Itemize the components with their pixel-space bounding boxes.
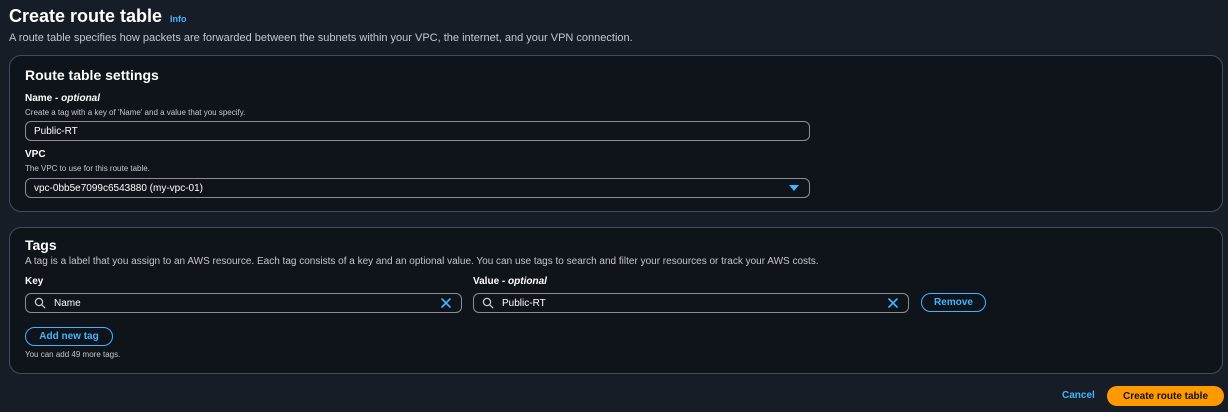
tag-key-input[interactable]: Name xyxy=(25,293,462,313)
name-label-text: Name xyxy=(25,93,53,104)
name-hint: Create a tag with a key of 'Name' and a … xyxy=(25,108,246,117)
create-route-table-button[interactable]: Create route table xyxy=(1107,386,1224,406)
create-route-table-page: Create route table Info A route table sp… xyxy=(0,0,1228,412)
value-optional-text: - optional xyxy=(501,276,547,287)
tag-key-value: Name xyxy=(54,297,81,309)
caret-down-icon xyxy=(789,185,799,191)
page-description: A route table specifies how packets are … xyxy=(9,32,633,44)
search-icon xyxy=(34,297,46,309)
info-link[interactable]: Info xyxy=(170,14,187,24)
search-icon xyxy=(482,297,494,309)
name-label: Name - optional xyxy=(25,93,100,104)
page-header: Create route table Info A route table sp… xyxy=(9,6,633,44)
name-input[interactable]: Public-RT xyxy=(25,121,810,141)
clear-icon[interactable] xyxy=(439,296,453,310)
route-table-settings-panel: Route table settings Name - optional Cre… xyxy=(9,55,1223,212)
vpc-label: VPC xyxy=(25,149,46,160)
vpc-select[interactable]: vpc-0bb5e7099c6543880 (my-vpc-01) xyxy=(25,178,810,198)
tags-description: A tag is a label that you assign to an A… xyxy=(25,256,819,267)
title-row: Create route table Info xyxy=(9,6,633,27)
tag-value-value: Public-RT xyxy=(502,297,546,309)
value-label-text: Value xyxy=(473,276,500,287)
vpc-select-value: vpc-0bb5e7099c6543880 (my-vpc-01) xyxy=(34,182,203,194)
name-optional-text: - optional xyxy=(55,93,101,104)
remove-tag-button[interactable]: Remove xyxy=(921,293,986,312)
value-label: Value - optional xyxy=(473,276,547,287)
key-label: Key xyxy=(25,276,44,287)
add-new-tag-button[interactable]: Add new tag xyxy=(25,327,113,346)
name-input-value: Public-RT xyxy=(34,125,78,137)
settings-title: Route table settings xyxy=(25,67,159,83)
clear-icon[interactable] xyxy=(886,296,900,310)
tag-limit-note: You can add 49 more tags. xyxy=(25,350,121,359)
tags-title: Tags xyxy=(25,237,57,253)
tags-panel: Tags A tag is a label that you assign to… xyxy=(9,227,1223,374)
vpc-hint: The VPC to use for this route table. xyxy=(25,164,150,173)
page-title: Create route table xyxy=(9,6,163,26)
tag-value-input[interactable]: Public-RT xyxy=(473,293,909,313)
cancel-button[interactable]: Cancel xyxy=(1062,390,1095,401)
